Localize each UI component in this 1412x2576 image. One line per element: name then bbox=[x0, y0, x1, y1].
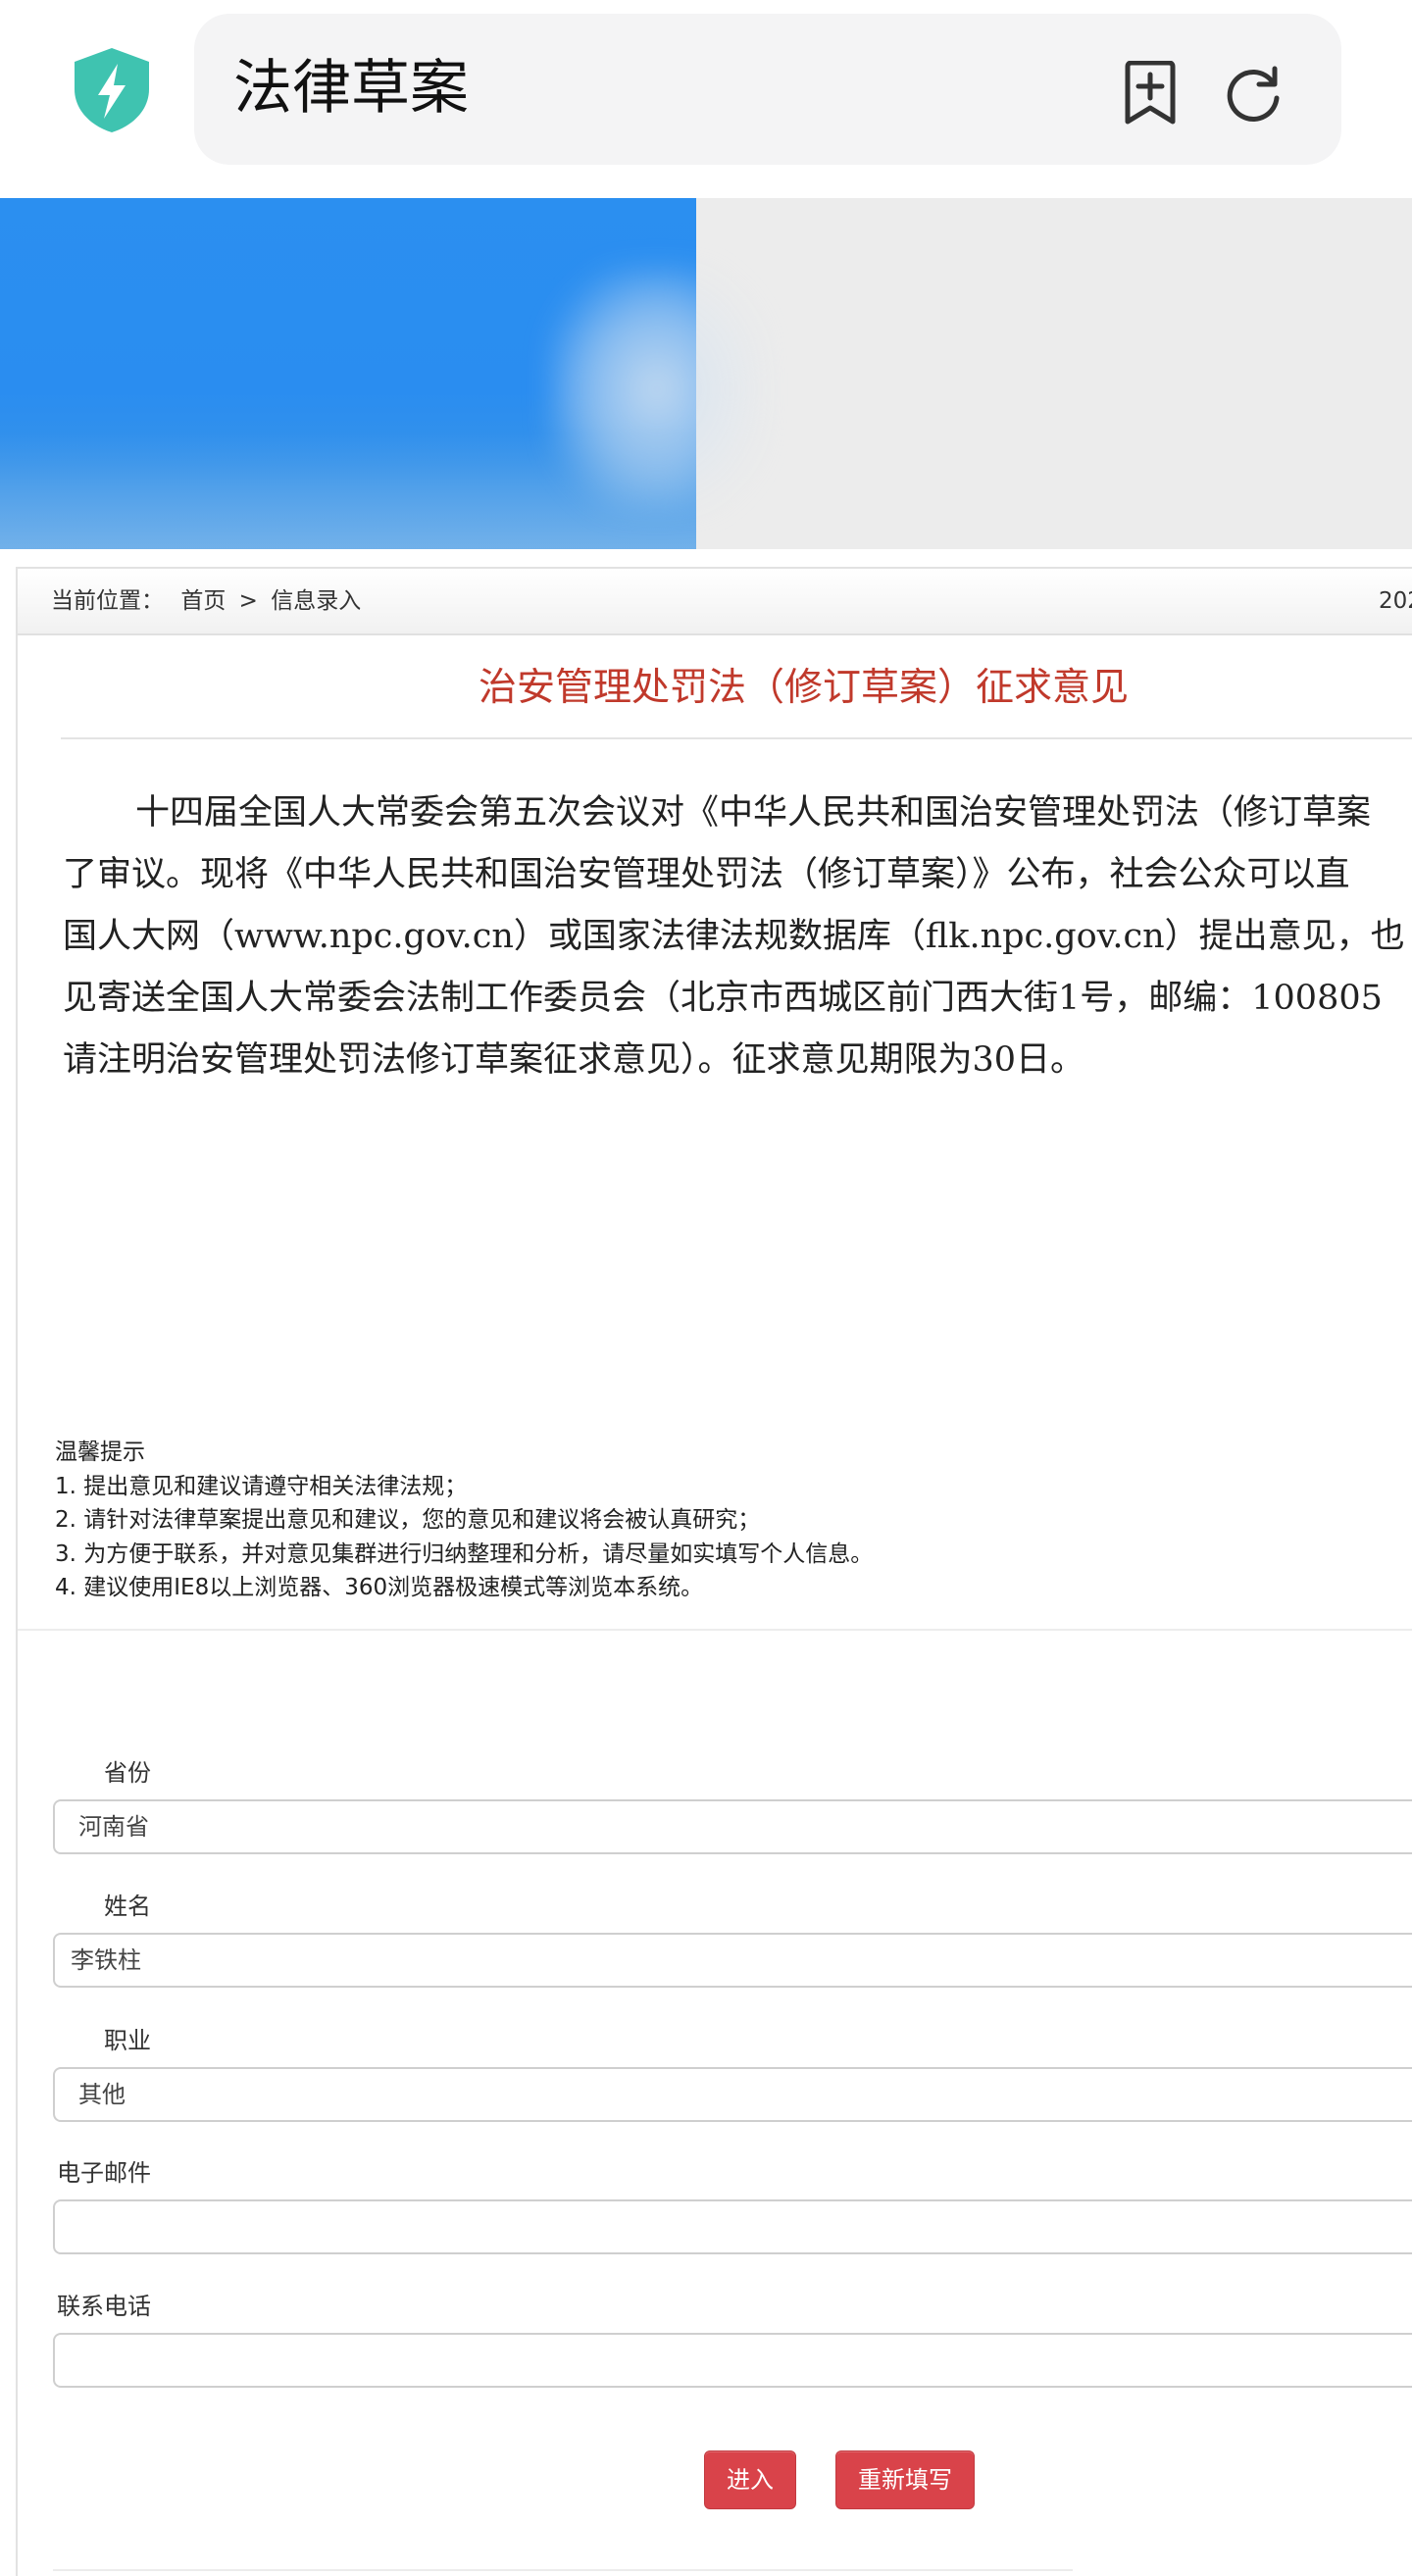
breadcrumb: 当前位置： 首页 > 信息录入 bbox=[51, 586, 361, 616]
notice-line: 了审议。现将《中华人民共和国治安管理处罚法（修订草案）》公布，社会公众可以直 bbox=[63, 855, 1350, 894]
phone-input[interactable] bbox=[53, 2333, 1412, 2388]
address-bar[interactable]: 法律草案 bbox=[194, 14, 1341, 165]
notice-line: 十四届全国人大常委会第五次会议对《中华人民共和国治安管理处罚法（修订草案 bbox=[135, 793, 1372, 833]
notice-line: 国人大网（www.npc.gov.cn）或国家法律法规数据库（flk.npc.g… bbox=[63, 917, 1405, 956]
province-label: 省份 bbox=[104, 1759, 151, 1787]
notice-line: 见寄送全国人大常委会法制工作委员会（北京市西城区前门西大街1号，邮编：10080… bbox=[63, 979, 1383, 1018]
email-input[interactable] bbox=[53, 2199, 1412, 2254]
reset-button[interactable]: 重新填写 bbox=[835, 2450, 975, 2509]
page-banner bbox=[0, 198, 1412, 549]
email-label: 电子邮件 bbox=[57, 2159, 151, 2187]
tips-divider bbox=[18, 1629, 1412, 1631]
banner-blur bbox=[549, 267, 765, 512]
tips-item: 4. 建议使用IE8以上浏览器、360浏览器极速模式等浏览本系统。 bbox=[55, 1575, 704, 1600]
name-input[interactable]: 李铁柱 bbox=[53, 1933, 1412, 1988]
content-panel: 当前位置： 首页 > 信息录入 202 治安管理处罚法（修订草案）征求意见 十四… bbox=[16, 567, 1412, 2576]
bottom-divider bbox=[53, 2569, 1073, 2571]
occupation-label: 职业 bbox=[104, 2027, 151, 2054]
name-label: 姓名 bbox=[104, 1893, 151, 1920]
shield-icon[interactable] bbox=[71, 46, 153, 134]
tips-heading: 温馨提示 bbox=[55, 1440, 145, 1465]
breadcrumb-prefix: 当前位置： bbox=[51, 588, 164, 614]
notice-body: 十四届全国人大常委会第五次会议对《中华人民共和国治安管理处罚法（修订草案 了审议… bbox=[63, 783, 1412, 1091]
title-divider bbox=[61, 737, 1412, 739]
tips-section: 温馨提示 1. 提出意见和建议请遵守相关法律法规； 2. 请针对法律草案提出意见… bbox=[55, 1436, 873, 1605]
page-title: 治安管理处罚法（修订草案）征求意见 bbox=[479, 666, 1130, 710]
breadcrumb-separator: > bbox=[238, 588, 258, 614]
phone-label: 联系电话 bbox=[57, 2293, 151, 2320]
browser-toolbar: 法律草案 bbox=[0, 0, 1412, 198]
occupation-select[interactable]: 其他 bbox=[53, 2067, 1412, 2122]
tips-item: 3. 为方便于联系，并对意见集群进行归纳整理和分析，请尽量如实填写个人信息。 bbox=[55, 1541, 874, 1567]
submit-button[interactable]: 进入 bbox=[704, 2450, 796, 2509]
address-text[interactable]: 法律草案 bbox=[233, 51, 469, 126]
bookmark-add-icon[interactable] bbox=[1120, 61, 1181, 126]
tips-item: 1. 提出意见和建议请遵守相关法律法规； bbox=[55, 1473, 468, 1499]
tips-item: 2. 请针对法律草案提出意见和建议，您的意见和建议将会被认真研究； bbox=[55, 1507, 761, 1533]
breadcrumb-date: 202 bbox=[1379, 588, 1412, 614]
notice-line: 请注明治安管理处罚法修订草案征求意见）。征求意见期限为30日。 bbox=[63, 1040, 1085, 1080]
breadcrumb-current: 信息录入 bbox=[271, 588, 362, 614]
breadcrumb-bar: 当前位置： 首页 > 信息录入 202 bbox=[18, 569, 1412, 635]
breadcrumb-home-link[interactable]: 首页 bbox=[171, 588, 226, 614]
reload-icon[interactable] bbox=[1224, 63, 1285, 124]
province-select[interactable]: 河南省 bbox=[53, 1799, 1412, 1854]
